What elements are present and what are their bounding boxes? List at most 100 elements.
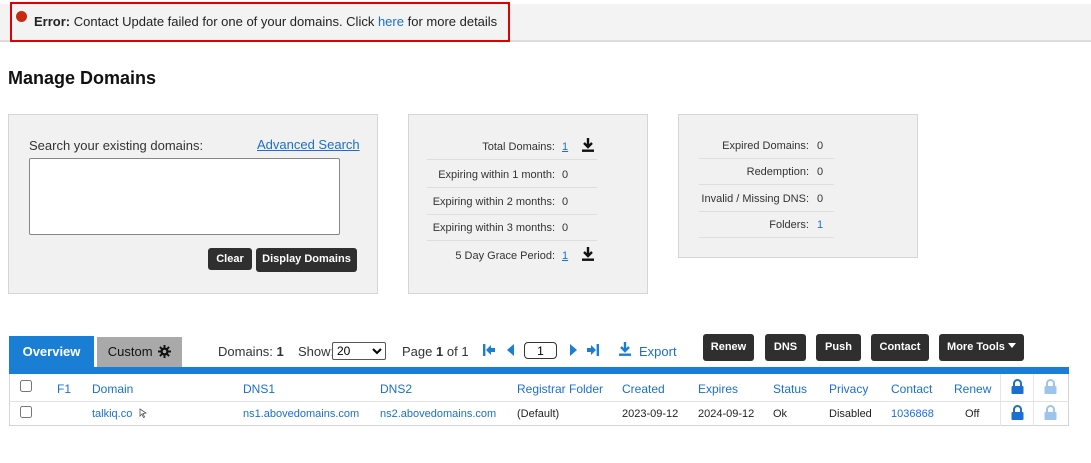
page-number-input[interactable]: [524, 342, 557, 359]
dns2-link[interactable]: ns2.abovedomains.com: [380, 408, 496, 420]
column-header-dns1[interactable]: DNS1: [243, 382, 275, 396]
column-header-dns2[interactable]: DNS2: [380, 382, 412, 396]
error-prefix: Error:: [34, 14, 71, 29]
column-header-created[interactable]: Created: [622, 382, 665, 396]
stat-label: Expiring within 1 month:: [438, 169, 555, 181]
domain-table: F1 Domain DNS1 DNS2 Registrar Folder Cre…: [9, 374, 1069, 426]
dns1-link[interactable]: ns1.abovedomains.com: [243, 408, 359, 420]
grace-period-link[interactable]: 1: [562, 250, 568, 262]
divider: [427, 159, 597, 160]
caret-down-icon: [1007, 343, 1016, 348]
stat-value: 0: [562, 169, 569, 181]
page-total: of 1: [446, 344, 469, 359]
clear-button[interactable]: Clear: [208, 248, 252, 270]
show-label: Show:: [298, 344, 335, 359]
divider: [699, 184, 834, 185]
lock-icon[interactable]: [1011, 405, 1024, 420]
status-stats-panel: Expired Domains: 0 Redemption: 0 Invalid…: [678, 114, 918, 258]
error-details-link[interactable]: here: [378, 14, 404, 29]
stat-label: Folders:: [769, 219, 809, 231]
advanced-search-link[interactable]: Advanced Search: [257, 137, 360, 152]
stat-value: 0: [562, 196, 569, 208]
next-page-icon[interactable]: [566, 343, 580, 357]
domain-link[interactable]: talkiq.co: [92, 408, 148, 420]
renew-button[interactable]: Renew: [703, 334, 754, 361]
page-current: 1: [436, 344, 444, 359]
column-header-renew[interactable]: Renew: [954, 382, 991, 396]
page-size-select[interactable]: 20: [332, 342, 386, 360]
registrar-folder-cell: (Default): [517, 408, 560, 420]
stat-label: 5 Day Grace Period:: [455, 250, 555, 262]
row-divider: [9, 401, 1069, 402]
stat-label: Invalid / Missing DNS:: [701, 193, 809, 205]
download-icon[interactable]: [581, 246, 595, 262]
download-icon[interactable]: [581, 137, 595, 153]
row-checkbox[interactable]: [20, 406, 32, 418]
unlock-icon[interactable]: [1044, 405, 1057, 420]
more-tools-button[interactable]: More Tools: [939, 334, 1024, 361]
column-header-contact[interactable]: Contact: [891, 382, 932, 396]
push-button[interactable]: Push: [816, 334, 861, 361]
column-divider: [1000, 374, 1001, 426]
column-header-f1[interactable]: F1: [57, 382, 71, 396]
tab-overview[interactable]: Overview: [9, 336, 94, 368]
privacy-cell: Disabled: [829, 408, 872, 420]
first-page-icon[interactable]: [482, 343, 496, 357]
error-banner: Error: Contact Update failed for one of …: [10, 2, 510, 42]
unlock-icon[interactable]: [1044, 379, 1057, 394]
search-input[interactable]: [29, 158, 340, 235]
stat-value: 0: [562, 222, 569, 234]
tab-underline: [9, 367, 1069, 374]
total-domains-link[interactable]: 1: [562, 141, 568, 153]
divider: [427, 187, 597, 188]
error-message: Error: Contact Update failed for one of …: [34, 14, 497, 29]
renew-cell: Off: [965, 408, 980, 420]
contact-button[interactable]: Contact: [871, 334, 929, 361]
page-indicator: Page 1 of 1: [402, 344, 469, 359]
divider: [699, 211, 834, 212]
last-page-icon[interactable]: [586, 343, 600, 357]
stat-value: 0: [817, 140, 824, 152]
stat-label: Redemption:: [746, 166, 809, 178]
tab-custom-label: Custom: [107, 344, 153, 359]
export-link[interactable]: Export: [639, 344, 677, 359]
error-text: Contact Update failed for one of your do…: [70, 14, 378, 29]
column-header-domain[interactable]: Domain: [92, 382, 133, 396]
cursor-pointer-icon: [140, 408, 148, 419]
column-header-expires[interactable]: Expires: [698, 382, 738, 396]
page-label: Page: [402, 344, 433, 359]
gear-icon: [158, 345, 172, 358]
divider: [427, 214, 597, 215]
expires-cell: 2024-09-12: [698, 408, 755, 420]
folders-link[interactable]: 1: [817, 219, 823, 231]
divider: [699, 237, 834, 238]
previous-page-icon[interactable]: [504, 343, 518, 357]
status-cell: Ok: [773, 408, 788, 420]
search-label: Search your existing domains:: [29, 138, 204, 153]
select-all-checkbox[interactable]: [20, 380, 32, 392]
contact-link[interactable]: 1036868: [891, 408, 934, 420]
dns-button[interactable]: DNS: [765, 334, 806, 361]
column-header-privacy[interactable]: Privacy: [829, 382, 868, 396]
domain-name: talkiq.co: [92, 408, 133, 420]
display-domains-button[interactable]: Display Domains: [256, 248, 357, 272]
more-tools-label: More Tools: [947, 341, 1005, 353]
stat-label: Expired Domains:: [722, 140, 809, 152]
stat-label: Total Domains:: [482, 141, 555, 153]
tab-custom[interactable]: Custom: [97, 337, 182, 367]
stat-label: Expiring within 2 months:: [432, 196, 555, 208]
domains-count-value: 1: [276, 344, 284, 359]
column-header-registrar-folder[interactable]: Registrar Folder: [517, 382, 603, 396]
domains-count: Domains: 1: [218, 344, 284, 359]
divider: [427, 240, 597, 241]
lock-icon[interactable]: [1011, 379, 1024, 394]
stat-value: 0: [817, 193, 824, 205]
page-title: Manage Domains: [8, 68, 157, 88]
export-download-icon[interactable]: [618, 341, 632, 357]
divider: [699, 158, 834, 159]
error-suffix: for more details: [403, 14, 498, 29]
created-cell: 2023-09-12: [622, 408, 679, 420]
column-header-status[interactable]: Status: [773, 382, 807, 396]
error-dot-icon: [16, 11, 27, 22]
domain-stats-panel: Total Domains: 1 Expiring within 1 month…: [408, 114, 648, 294]
